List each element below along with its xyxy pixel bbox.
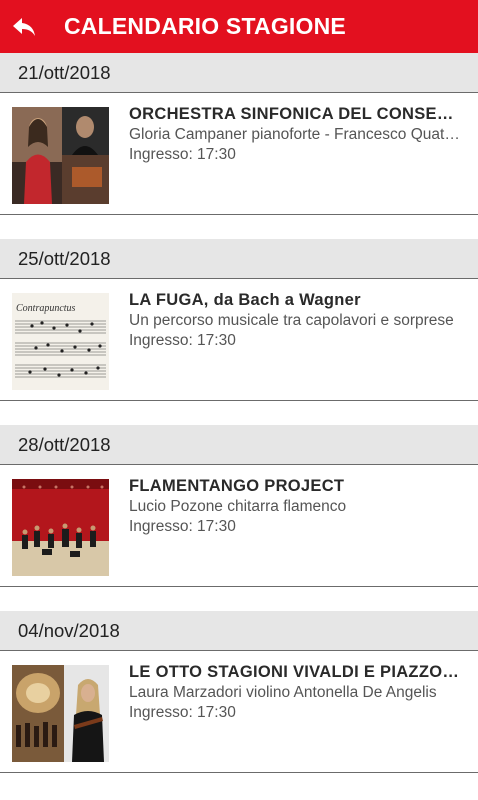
event-subtitle: Un percorso musicale tra capolavori e so…	[129, 312, 454, 329]
event-item[interactable]: Contrapunctus LA FUGA, da Bach a Wagner …	[0, 279, 478, 401]
event-item[interactable]: ORCHESTRA SINFONICA DEL CONSERVATORIO Gl…	[0, 93, 478, 215]
event-thumbnail	[12, 107, 109, 204]
date-header: 21/ott/2018	[0, 53, 478, 93]
date-header: 25/ott/2018	[0, 239, 478, 279]
event-thumbnail	[12, 665, 109, 762]
event-time: Ingresso: 17:30	[129, 332, 236, 349]
event-title: LE OTTO STAGIONI VIVALDI E PIAZZOLLA	[129, 663, 461, 681]
section-spacer	[0, 215, 478, 239]
section-spacer	[0, 401, 478, 425]
event-subtitle: Gloria Campaner pianoforte - Francesco Q…	[129, 126, 461, 143]
event-section: 21/ott/2018 ORCHESTRA SINFONICA DEL CONS…	[0, 53, 478, 239]
event-section: 28/ott/2018 FLAMENTANGO PROJECT Lucio Po…	[0, 425, 478, 611]
event-title: FLAMENTANGO PROJECT	[129, 477, 345, 495]
event-section: 25/ott/2018 Contrapunctus LA FUGA, da Ba…	[0, 239, 478, 425]
event-thumbnail: Contrapunctus	[12, 293, 109, 390]
event-title: ORCHESTRA SINFONICA DEL CONSERVATORIO	[129, 105, 461, 123]
event-time: Ingresso: 17:30	[129, 518, 236, 535]
event-subtitle: Lucio Pozone chitarra flamenco	[129, 498, 347, 515]
date-header: 28/ott/2018	[0, 425, 478, 465]
event-item[interactable]: LE OTTO STAGIONI VIVALDI E PIAZZOLLA Lau…	[0, 651, 478, 773]
event-subtitle: Laura Marzadori violino Antonella De Ang…	[129, 684, 437, 701]
event-list: 21/ott/2018 ORCHESTRA SINFONICA DEL CONS…	[0, 53, 478, 773]
event-title: LA FUGA, da Bach a Wagner	[129, 291, 361, 309]
event-time: Ingresso: 17:30	[129, 146, 236, 163]
section-spacer	[0, 587, 478, 611]
event-item[interactable]: FLAMENTANGO PROJECT Lucio Pozone chitarr…	[0, 465, 478, 587]
back-arrow-icon	[13, 17, 35, 36]
back-button[interactable]	[2, 0, 46, 53]
event-section: 04/nov/2018 LE OTTO STAGIONI VIVALDI E P…	[0, 611, 478, 773]
app-bar: CALENDARIO STAGIONE	[0, 0, 478, 53]
page-title: CALENDARIO STAGIONE	[64, 13, 346, 39]
event-thumbnail	[12, 479, 109, 576]
date-header: 04/nov/2018	[0, 611, 478, 651]
event-time: Ingresso: 17:30	[129, 704, 236, 721]
svg-text:Contrapunctus: Contrapunctus	[16, 303, 76, 314]
